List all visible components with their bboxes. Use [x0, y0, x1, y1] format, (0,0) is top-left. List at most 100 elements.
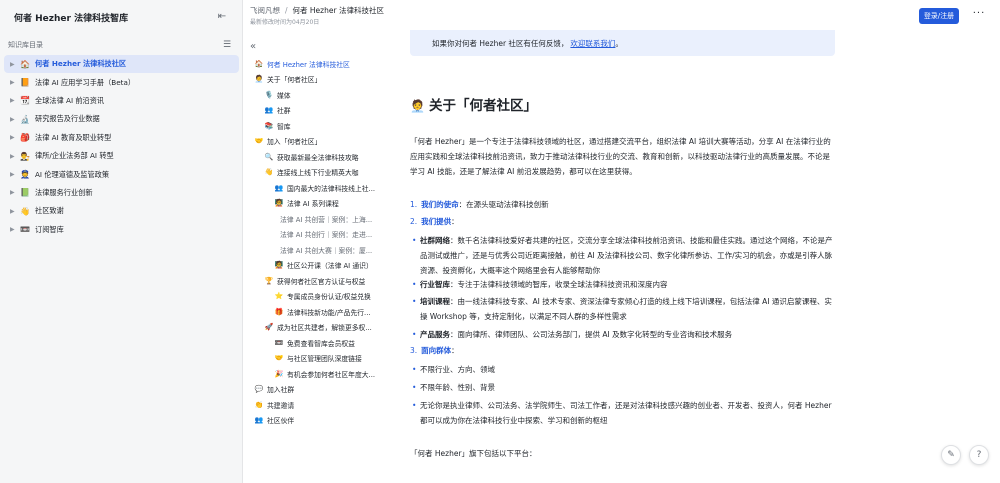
outline-item[interactable]: 👥 国内最大的法律科技线上社... [250, 180, 384, 196]
outline-item[interactable]: 🎁 法律科技新功能/产品先行... [250, 304, 384, 320]
outline-item[interactable]: ⭐ 专属成员身份认证/权益兑换 [250, 289, 384, 305]
provide-label: 我们提供 [421, 217, 452, 226]
document-content: 如果你对何者 Hezher 社区有任何反馈， 欢迎联系我们 。 🧑‍💼 关于「何者… [384, 30, 964, 483]
list-item: • 不限行业、方向、领域 [410, 362, 838, 377]
bullet-text: 无论你是执业律师、公司法务、法学院师生、司法工作者，还是对法律科技感兴趣的创业者… [420, 401, 832, 425]
collapse-outline-icon[interactable]: « [250, 41, 256, 52]
expand-caret-icon[interactable]: ▶ [10, 61, 18, 68]
outline-emoji-icon: 🏆 [264, 276, 274, 285]
outline-item[interactable]: 法律 AI 共创大赛｜案例：厦... [250, 242, 384, 258]
edit-icon[interactable]: ✎ [941, 445, 961, 465]
sidebar-item-label: 何者 Hezher 法律科技社区 [35, 59, 127, 69]
outline-item[interactable]: 🧑‍🏫 法律 AI 系列课程 [250, 196, 384, 212]
outline-item[interactable]: 🔍 获取最新最全法律科技攻略 [250, 149, 384, 165]
help-icon[interactable]: ? [969, 445, 989, 465]
sidebar-item-label: 法律 AI 教育及职业转型 [35, 132, 112, 142]
audience-item: 3. 面向群体： [410, 344, 459, 358]
collapse-sidebar-icon[interactable]: ⇤ [215, 10, 229, 24]
sidebar-item[interactable]: ▶ 🏠 何者 Hezher 法律科技社区 [4, 55, 239, 74]
outline-item[interactable]: 👏 共建邀请 [250, 397, 384, 413]
bullet-dot: • [412, 297, 417, 306]
expand-caret-icon[interactable]: ▶ [10, 189, 18, 196]
outline-item-label: 社区公开课（法律 AI 通识） [287, 262, 373, 271]
outline-item[interactable]: 📼 免费查看智库会员权益 [250, 335, 384, 351]
sidebar-header: 何者 Hezher 法律科技智库 ⇤ [0, 0, 243, 34]
page-emoji-icon: 📼 [20, 225, 30, 235]
list-item: • 不限年龄、性别、背景 [410, 380, 838, 395]
sidebar: 何者 Hezher 法律科技智库 ⇤ 知识库目录 ☰ ▶ 🏠 何者 Hezher 法… [0, 0, 243, 483]
sidebar-item[interactable]: ▶ 📆 全球法律 AI 前沿资讯 [4, 92, 239, 110]
outline-item[interactable]: 法律 AI 共创营｜案例：上海... [250, 211, 384, 227]
expand-caret-icon[interactable]: ▶ [10, 97, 18, 104]
outline-item[interactable]: 💬 加入社群 [250, 382, 384, 398]
breadcrumb-parent[interactable]: 飞阅凡想 [250, 5, 280, 16]
outline-item[interactable]: 👥 社群 [250, 103, 384, 119]
bullet-dot: • [412, 383, 417, 392]
sidebar-item[interactable]: ▶ 🔬 研究报告及行业数据 [4, 110, 239, 128]
outline-emoji-icon: 📚 [264, 121, 274, 130]
outline-item[interactable]: 🤝 与社区管理团队深度链接 [250, 351, 384, 367]
page-emoji-icon: 🏠 [20, 59, 30, 69]
outline-item[interactable]: 👋 连接线上线下行业精英大咖 [250, 165, 384, 181]
outline-item[interactable]: 🚀 成为社区共建者，解锁更多权... [250, 320, 384, 336]
outline-item[interactable]: 🤝 加入「何者社区」 [250, 134, 384, 150]
more-options-button[interactable]: ··· [971, 8, 987, 24]
outline-emoji-icon: 🎉 [274, 369, 284, 378]
closing-paragraph: 「何者 Hezher」旗下包括以下平台： [410, 449, 537, 458]
bullet-text: 社群网络：数千名法律科技爱好者共建的社区，交流分享全球法律科技前沿资讯、技能和最… [410, 233, 838, 278]
list-item: • 行业智库：专注于法律科技领域的智库，收录全球法律科技资讯和深度内容 [410, 277, 838, 292]
outline-item[interactable]: 📚 智库 [250, 118, 384, 134]
outline-item-label: 加入社群 [267, 386, 295, 395]
bullet-dot: • [412, 236, 417, 245]
outline-item[interactable]: 🧑‍💼 关于「何者社区」 [250, 72, 384, 88]
bullet-text: 行业智库：专注于法律科技领域的智库，收录全球法律科技资讯和深度内容 [410, 277, 838, 292]
outline-item-label: 法律 AI 共创行｜案例：走进... [280, 231, 373, 240]
sidebar-section-label: 知识库目录 [8, 41, 43, 49]
outline-item[interactable]: 🏆 获得何者社区官方认证与权益 [250, 273, 384, 289]
list-number: 2. [410, 217, 418, 226]
sidebar-item-label: 律所/企业法务部 AI 转型 [35, 151, 114, 161]
expand-caret-icon[interactable]: ▶ [10, 134, 18, 141]
outline-item[interactable]: 🧑‍🏫 社区公开课（法律 AI 通识） [250, 258, 384, 274]
expand-caret-icon[interactable]: ▶ [10, 153, 18, 160]
section-heading: 🧑‍💼 关于「何者社区」 [410, 94, 537, 114]
outline-item[interactable]: 🏠 何者 Hezher 法律科技社区 [250, 56, 384, 72]
sidebar-item[interactable]: ▶ 📙 法律 AI 应用学习手册（Beta） [4, 73, 239, 91]
outline-item-label: 获取最新最全法律科技攻略 [277, 153, 359, 162]
expand-caret-icon[interactable]: ▶ [10, 226, 18, 233]
outline-emoji-icon: 🎙️ [264, 90, 274, 99]
login-button[interactable]: 登录/注册 [919, 8, 959, 24]
contact-us-link[interactable]: 欢迎联系我们 [570, 38, 615, 49]
sidebar-item[interactable]: ▶ 📗 法律服务行业创新 [4, 184, 239, 202]
list-item: • 社群网络：数千名法律科技爱好者共建的社区，交流分享全球法律科技前沿资讯、技能和… [410, 233, 838, 278]
audience-colon: ： [451, 346, 459, 355]
expand-caret-icon[interactable]: ▶ [10, 171, 18, 178]
outline-item[interactable]: 🎉 有机会参加何者社区年度大... [250, 366, 384, 382]
sidebar-item[interactable]: ▶ 👋 社区致谢 [4, 202, 239, 220]
expand-caret-icon[interactable]: ▶ [10, 116, 18, 123]
topbar: 飞阅凡想 / 何者 Hezher 法律科技社区 最新修改时间为04月20日 登录… [244, 0, 1000, 30]
outline-item[interactable]: 🎙️ 媒体 [250, 87, 384, 103]
outline-item-label: 免费查看智库会员权益 [287, 339, 355, 348]
sidebar-item[interactable]: ▶ 👨‍⚖️ 律所/企业法务部 AI 转型 [4, 147, 239, 165]
outline-item-label: 连接线上线下行业精英大咖 [277, 169, 359, 178]
expand-caret-icon[interactable]: ▶ [10, 79, 18, 86]
sidebar-item-label: 法律服务行业创新 [35, 187, 93, 197]
last-updated: 最新修改时间为04月20日 [250, 19, 320, 26]
outline-item-label: 智库 [277, 122, 291, 131]
outline-item[interactable]: 法律 AI 共创行｜案例：走进... [250, 227, 384, 243]
sidebar-item[interactable]: ▶ 👮 AI 伦理道德及监管政策 [4, 165, 239, 183]
sidebar-item[interactable]: ▶ 🎒 法律 AI 教育及职业转型 [4, 129, 239, 147]
expand-caret-icon[interactable]: ▶ [10, 208, 18, 215]
outline-item-label: 获得何者社区官方认证与权益 [277, 277, 366, 286]
sidebar-item[interactable]: ▶ 📼 订阅智库 [4, 221, 239, 239]
callout-text: 如果你对何者 Hezher 社区有任何反馈， [432, 38, 569, 48]
outline-list: 🏠 何者 Hezher 法律科技社区 🧑‍💼 关于「何者社区」 🎙️ 媒体 👥 社群 📚 智库 🤝 加… [250, 56, 384, 428]
outline-item-label: 与社区管理团队深度链接 [287, 355, 362, 364]
sidebar-item-label: AI 伦理道德及监管政策 [35, 169, 110, 179]
outline-item-label: 媒体 [277, 91, 291, 100]
outline-emoji-icon: 👋 [264, 168, 274, 177]
outline-item-label: 何者 Hezher 法律科技社区 [267, 60, 350, 69]
outline-item[interactable]: 👥 社区伙伴 [250, 413, 384, 429]
tree-settings-icon[interactable]: ☰ [221, 40, 233, 50]
